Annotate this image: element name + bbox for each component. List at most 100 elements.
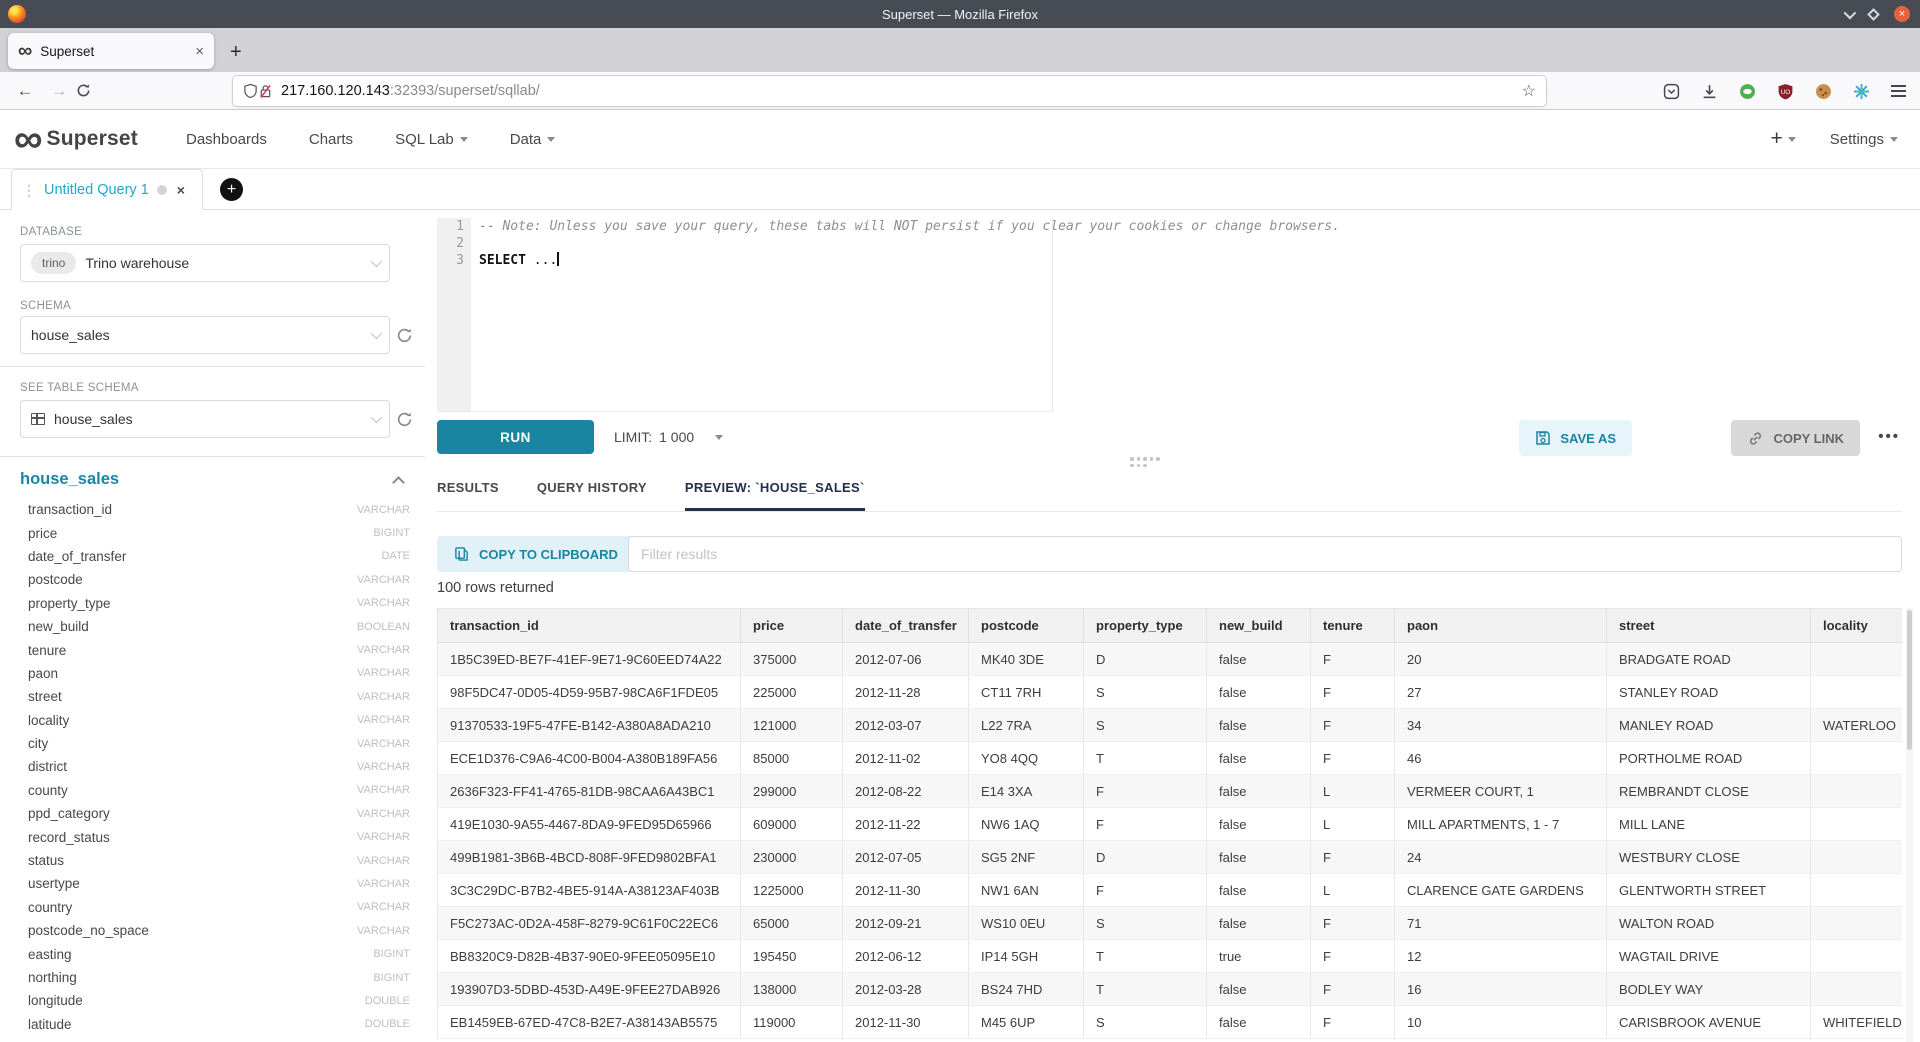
nav-item-charts[interactable]: Charts bbox=[309, 131, 353, 148]
column-row-city[interactable]: cityVARCHAR bbox=[28, 732, 410, 755]
table-cell: 65000 bbox=[741, 907, 843, 940]
col-header-new-build[interactable]: new_build bbox=[1207, 609, 1311, 643]
copy-to-clipboard-button[interactable]: COPY TO CLIPBOARD bbox=[437, 536, 635, 572]
window-minimize-icon[interactable] bbox=[1844, 6, 1857, 19]
table-cell: F bbox=[1311, 742, 1395, 775]
column-row-new-build[interactable]: new_buildBOOLEAN bbox=[28, 615, 410, 638]
nav-item-dashboards[interactable]: Dashboards bbox=[186, 131, 267, 148]
col-header-tenure[interactable]: tenure bbox=[1311, 609, 1395, 643]
column-row-property-type[interactable]: property_typeVARCHAR bbox=[28, 592, 410, 615]
column-row-latitude[interactable]: latitudeDOUBLE bbox=[28, 1013, 410, 1036]
column-row-district[interactable]: districtVARCHAR bbox=[28, 755, 410, 778]
column-row-country[interactable]: countryVARCHAR bbox=[28, 896, 410, 919]
col-header-price[interactable]: price bbox=[741, 609, 843, 643]
column-row-paon[interactable]: paonVARCHAR bbox=[28, 662, 410, 685]
column-row-tenure[interactable]: tenureVARCHAR bbox=[28, 638, 410, 661]
superset-brand[interactable]: Superset bbox=[47, 127, 138, 151]
new-menu-button[interactable]: + bbox=[1771, 127, 1796, 151]
collapse-chevron-icon[interactable] bbox=[392, 476, 405, 489]
column-row-easting[interactable]: eastingBIGINT bbox=[28, 942, 410, 965]
tracking-shield-icon[interactable] bbox=[243, 83, 258, 99]
tab-preview-house-sales[interactable]: PREVIEW: `HOUSE_SALES` bbox=[685, 480, 865, 511]
line-number: 2 bbox=[437, 235, 471, 252]
tab-query-history[interactable]: QUERY HISTORY bbox=[537, 480, 647, 511]
limit-value: 1 000 bbox=[659, 429, 694, 445]
table-cell: 71 bbox=[1395, 907, 1607, 940]
nav-item-sql-lab[interactable]: SQL Lab bbox=[395, 131, 468, 148]
more-actions-button[interactable]: ••• bbox=[1878, 428, 1900, 445]
tab-results[interactable]: RESULTS bbox=[437, 480, 499, 511]
window-close-icon[interactable]: × bbox=[1894, 6, 1910, 22]
column-row-transaction-id[interactable]: transaction_idVARCHAR bbox=[28, 498, 410, 521]
column-row-postcode[interactable]: postcodeVARCHAR bbox=[28, 568, 410, 591]
insecure-lock-icon[interactable] bbox=[258, 83, 273, 99]
superset-logo-icon[interactable]: ∞ bbox=[14, 123, 41, 155]
table-schema-title[interactable]: house_sales bbox=[20, 470, 119, 489]
run-button[interactable]: RUN bbox=[437, 420, 594, 454]
drag-handle-icon[interactable]: ⋮ bbox=[22, 182, 36, 199]
browser-toolbar: ← → 217.160.120.143:32393/superset/sqlla… bbox=[0, 72, 1920, 110]
column-row-postcode-no-space[interactable]: postcode_no_spaceVARCHAR bbox=[28, 919, 410, 942]
column-name: country bbox=[28, 900, 357, 915]
table-cell: S bbox=[1084, 907, 1207, 940]
col-header-street[interactable]: street bbox=[1607, 609, 1811, 643]
extension-sparkle-icon[interactable] bbox=[1853, 83, 1870, 100]
menu-icon[interactable] bbox=[1891, 85, 1906, 97]
pane-resize-handle[interactable] bbox=[1130, 457, 1160, 467]
settings-menu[interactable]: Settings bbox=[1830, 131, 1898, 148]
col-header-paon[interactable]: paon bbox=[1395, 609, 1607, 643]
column-row-record-status[interactable]: record_statusVARCHAR bbox=[28, 825, 410, 848]
reload-button[interactable] bbox=[76, 83, 110, 98]
column-row-usertype[interactable]: usertypeVARCHAR bbox=[28, 872, 410, 895]
window-maximize-icon[interactable] bbox=[1867, 8, 1880, 21]
table-cell: WESTBURY CLOSE bbox=[1607, 841, 1811, 874]
column-name: locality bbox=[28, 713, 357, 728]
scrollbar-thumb[interactable] bbox=[1907, 610, 1912, 750]
table-cell: F bbox=[1311, 940, 1395, 973]
tab-close-icon[interactable]: × bbox=[195, 43, 204, 60]
column-row-county[interactable]: countyVARCHAR bbox=[28, 779, 410, 802]
query-tab[interactable]: ⋮ Untitled Query 1 × bbox=[11, 169, 203, 210]
col-header-postcode[interactable]: postcode bbox=[969, 609, 1084, 643]
column-row-street[interactable]: streetVARCHAR bbox=[28, 685, 410, 708]
refresh-schema-icon[interactable] bbox=[396, 327, 413, 344]
results-scrollbar[interactable] bbox=[1906, 608, 1913, 1042]
database-select[interactable]: trino Trino warehouse bbox=[20, 244, 390, 282]
add-query-tab-button[interactable]: + bbox=[220, 178, 243, 201]
cookie-icon[interactable] bbox=[1815, 83, 1832, 100]
column-row-date-of-transfer[interactable]: date_of_transferDATE bbox=[28, 545, 410, 568]
privacy-badger-icon[interactable] bbox=[1739, 83, 1756, 100]
col-header-date-of-transfer[interactable]: date_of_transfer bbox=[843, 609, 969, 643]
save-as-button[interactable]: SAVE AS bbox=[1519, 420, 1632, 456]
table-select[interactable]: house_sales bbox=[20, 400, 390, 438]
column-row-price[interactable]: priceBIGINT bbox=[28, 521, 410, 544]
table-cell: L bbox=[1311, 808, 1395, 841]
bookmark-star-icon[interactable]: ☆ bbox=[1522, 81, 1536, 101]
col-header-locality[interactable]: locality bbox=[1811, 609, 1903, 643]
col-header-property-type[interactable]: property_type bbox=[1084, 609, 1207, 643]
nav-item-data[interactable]: Data bbox=[510, 131, 556, 148]
schema-select[interactable]: house_sales bbox=[20, 316, 390, 354]
downloads-icon[interactable] bbox=[1701, 83, 1718, 100]
column-type: DATE bbox=[381, 550, 410, 562]
refresh-table-icon[interactable] bbox=[396, 411, 413, 428]
column-row-status[interactable]: statusVARCHAR bbox=[28, 849, 410, 872]
browser-tab[interactable]: ∞ Superset × bbox=[8, 33, 214, 69]
query-tab-close-icon[interactable]: × bbox=[177, 182, 185, 198]
column-row-ppd-category[interactable]: ppd_categoryVARCHAR bbox=[28, 802, 410, 825]
column-row-locality[interactable]: localityVARCHAR bbox=[28, 709, 410, 732]
back-button[interactable]: ← bbox=[8, 81, 42, 101]
url-bar[interactable]: 217.160.120.143:32393/superset/sqllab/ ☆ bbox=[233, 76, 1546, 106]
new-tab-button[interactable]: + bbox=[230, 42, 242, 62]
sql-editor[interactable]: 1 2 3 -- Note: Unless you save your quer… bbox=[437, 218, 1902, 412]
column-row-longitude[interactable]: longitudeDOUBLE bbox=[28, 989, 410, 1012]
copy-link-button[interactable]: COPY LINK bbox=[1731, 420, 1860, 456]
forward-button[interactable]: → bbox=[42, 81, 76, 101]
ublock-shield-icon[interactable]: UO bbox=[1777, 83, 1794, 100]
column-row-northing[interactable]: northingBIGINT bbox=[28, 966, 410, 989]
pocket-icon[interactable] bbox=[1663, 83, 1680, 100]
column-type: VARCHAR bbox=[357, 691, 410, 703]
filter-results-input[interactable] bbox=[628, 536, 1902, 572]
col-header-transaction-id[interactable]: transaction_id bbox=[438, 609, 741, 643]
limit-dropdown[interactable]: LIMIT: 1 000 bbox=[614, 420, 723, 454]
